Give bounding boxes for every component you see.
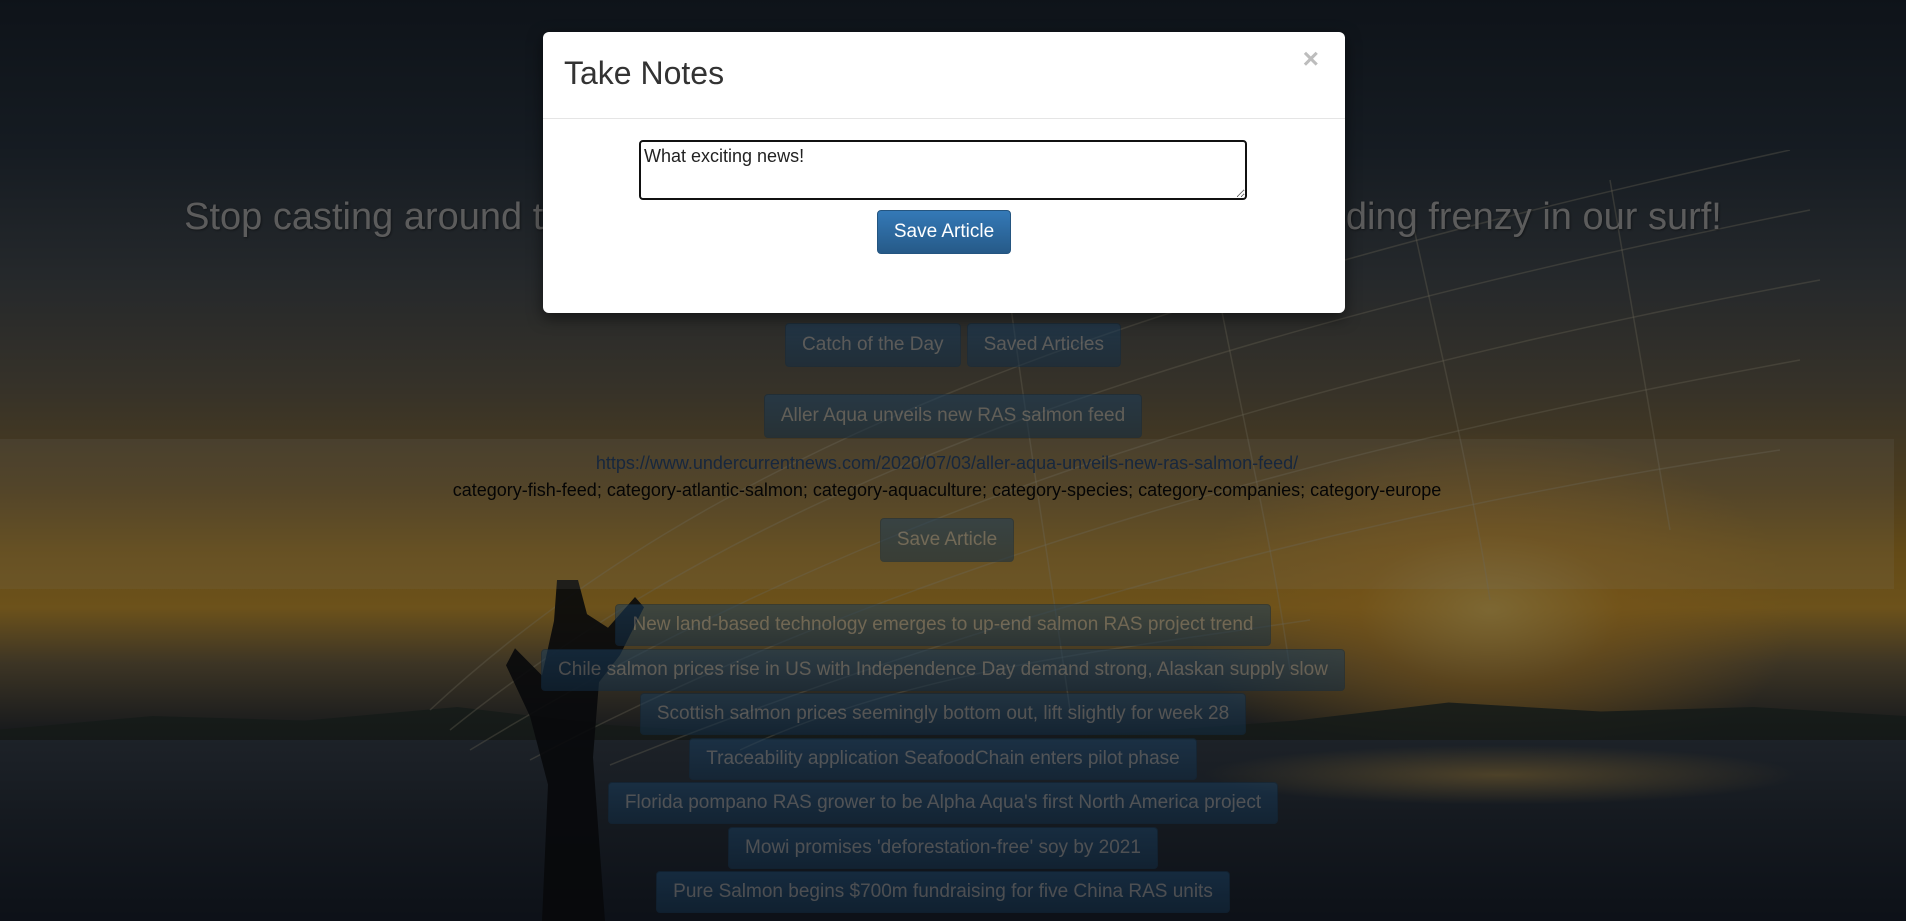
modal-save-row: Save Article bbox=[543, 210, 1345, 254]
close-icon[interactable]: × bbox=[1297, 44, 1325, 74]
note-textarea[interactable]: What exciting news! bbox=[639, 140, 1247, 200]
page-background: Stop casting around the Internet for sal… bbox=[0, 0, 1906, 921]
modal-title: Take Notes bbox=[564, 55, 725, 91]
modal-save-article-button[interactable]: Save Article bbox=[876, 210, 1012, 254]
take-notes-modal: Take Notes × What exciting news! Save Ar… bbox=[543, 32, 1345, 313]
modal-header: Take Notes × bbox=[543, 32, 1345, 119]
